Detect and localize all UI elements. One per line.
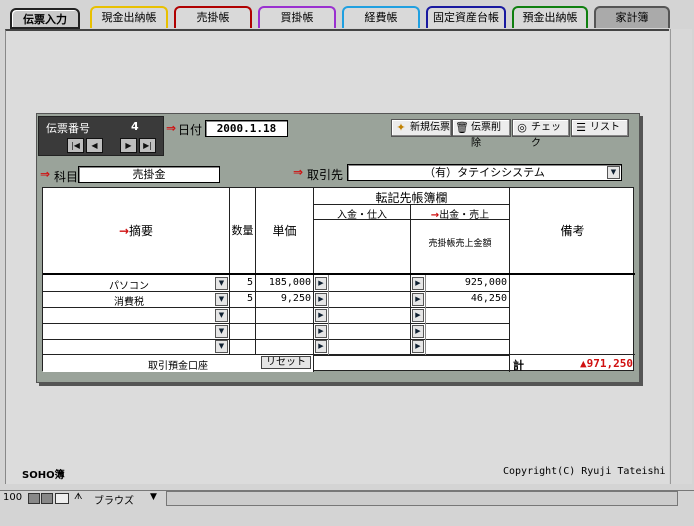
subject-field[interactable]: 売掛金 [78,166,220,183]
slip-number-value: 4 [131,120,139,133]
income-transfer-icon[interactable]: ▶ [315,277,327,290]
copyright-text: Copyright(C) Ryuji Tateishi [503,466,666,477]
income-header: 入金・仕入 [337,210,387,221]
magnifier-icon: ◎ [517,121,527,134]
app-logo-text: SOHO簿 [22,470,65,481]
list-button[interactable]: ☰ リスト [571,119,629,137]
new-slip-icon: ✦ [396,121,406,134]
income-transfer-icon[interactable]: ▶ [315,340,327,353]
zoom-out-icon[interactable] [28,493,40,504]
slip-number-label: 伝票番号 [46,122,90,135]
new-slip-button[interactable]: ✦ 新規伝票 [391,119,452,137]
tab-receivables[interactable]: 売掛帳 [174,6,252,28]
entry-table: →摘要 数量 単価 転記先帳簿欄 入金・仕入 →出金・売上 売掛帳売上金額 備考… [42,187,635,372]
ledger-header: 転記先帳簿欄 [375,191,448,205]
first-record-icon[interactable]: |◀ [67,138,84,153]
income-transfer-icon[interactable]: ▶ [315,293,327,306]
income-transfer-icon[interactable]: ▶ [315,325,327,338]
tab-cash-book[interactable]: 現金出納帳 [90,6,168,28]
check-button[interactable]: ◎ チェック [512,119,570,149]
tab-bar: 伝票入力 現金出納帳 売掛帳 買掛帳 経費帳 固定資産台帳 預金出納帳 家計簿 [0,0,694,30]
row-2-qty[interactable]: 5 [230,293,253,304]
outgo-transfer-icon[interactable]: ▶ [412,325,424,338]
list-icon: ☰ [576,121,586,134]
outgo-transfer-icon[interactable]: ▶ [412,277,424,290]
qty-header: 数量 [231,224,254,237]
item-dropdown-icon[interactable]: ▼ [215,293,228,306]
mode-icon: ᗑ [74,492,83,502]
next-record-icon[interactable]: ▶ [120,138,137,153]
partner-dropdown-icon[interactable]: ▼ [607,166,620,179]
tab-household[interactable]: 家計簿 [594,6,670,28]
outgo-transfer-icon[interactable]: ▶ [412,340,424,353]
date-arrow-icon: ⇒ [166,121,177,135]
tab-fixed-assets[interactable]: 固定資産台帳 [426,6,506,28]
row-2-price[interactable]: 9,250 [256,293,311,304]
item-dropdown-icon[interactable]: ▼ [215,309,228,322]
zoom-level[interactable]: 100 [3,492,22,503]
date-field[interactable]: 2000.1.18 [205,120,288,137]
price-header: 単価 [272,224,297,238]
prev-record-icon[interactable]: ◀ [86,138,103,153]
mode-dropdown-icon[interactable]: ▼ [150,492,157,502]
sales-amount-header: 売掛帳売上金額 [428,239,492,249]
row-1-price[interactable]: 185,000 [256,277,311,288]
outgo-transfer-icon[interactable]: ▶ [412,309,424,322]
partner-field[interactable]: （有）タテイシシステム [347,164,622,181]
row-2-item[interactable]: 消費税 [43,293,215,308]
outgo-header: →出金・売上 [430,210,490,221]
date-label: 日付 [178,123,203,137]
row-1-amount[interactable]: 925,000 [427,277,507,288]
zoom-in-icon[interactable] [41,493,53,504]
delete-slip-button[interactable]: 🗑 伝票削除 [452,119,511,149]
mode-selector[interactable]: ブラウズ [94,492,134,507]
subject-arrow-icon: ⇒ [40,167,51,181]
tab-slip-entry[interactable]: 伝票入力 [10,8,80,29]
partner-arrow-icon: ⇒ [293,165,304,179]
income-transfer-icon[interactable]: ▶ [315,309,327,322]
note-header: 備考 [560,224,585,238]
partner-label: 取引先 [307,168,344,182]
status-bar: 100 ᗑ ブラウズ ▼ [0,490,694,507]
subject-label: 科目 [54,170,79,184]
horizontal-scrollbar[interactable] [166,491,678,506]
bank-account-field[interactable] [314,355,509,371]
tab-payables[interactable]: 買掛帳 [258,6,336,28]
total-value: ▲971,250 [580,357,633,370]
vertical-scrollbar[interactable] [670,29,692,484]
tab-expenses[interactable]: 経費帳 [342,6,420,28]
trash-icon: 🗑 [455,121,469,134]
bottom-scroll-area [0,507,694,526]
item-dropdown-icon[interactable]: ▼ [215,325,228,338]
outgo-transfer-icon[interactable]: ▶ [412,293,424,306]
total-label: 計 [513,359,524,372]
reset-button[interactable]: リセット [261,356,311,369]
tab-deposit-book[interactable]: 預金出納帳 [512,6,588,28]
summary-header: →摘要 [118,224,154,238]
status-area-icon[interactable] [55,493,69,504]
last-record-icon[interactable]: ▶| [139,138,156,153]
row-1-qty[interactable]: 5 [230,277,253,288]
item-dropdown-icon[interactable]: ▼ [215,277,228,290]
row-2-amount[interactable]: 46,250 [427,293,507,304]
item-dropdown-icon[interactable]: ▼ [215,340,228,353]
row-1-item[interactable]: パソコン [43,277,215,292]
